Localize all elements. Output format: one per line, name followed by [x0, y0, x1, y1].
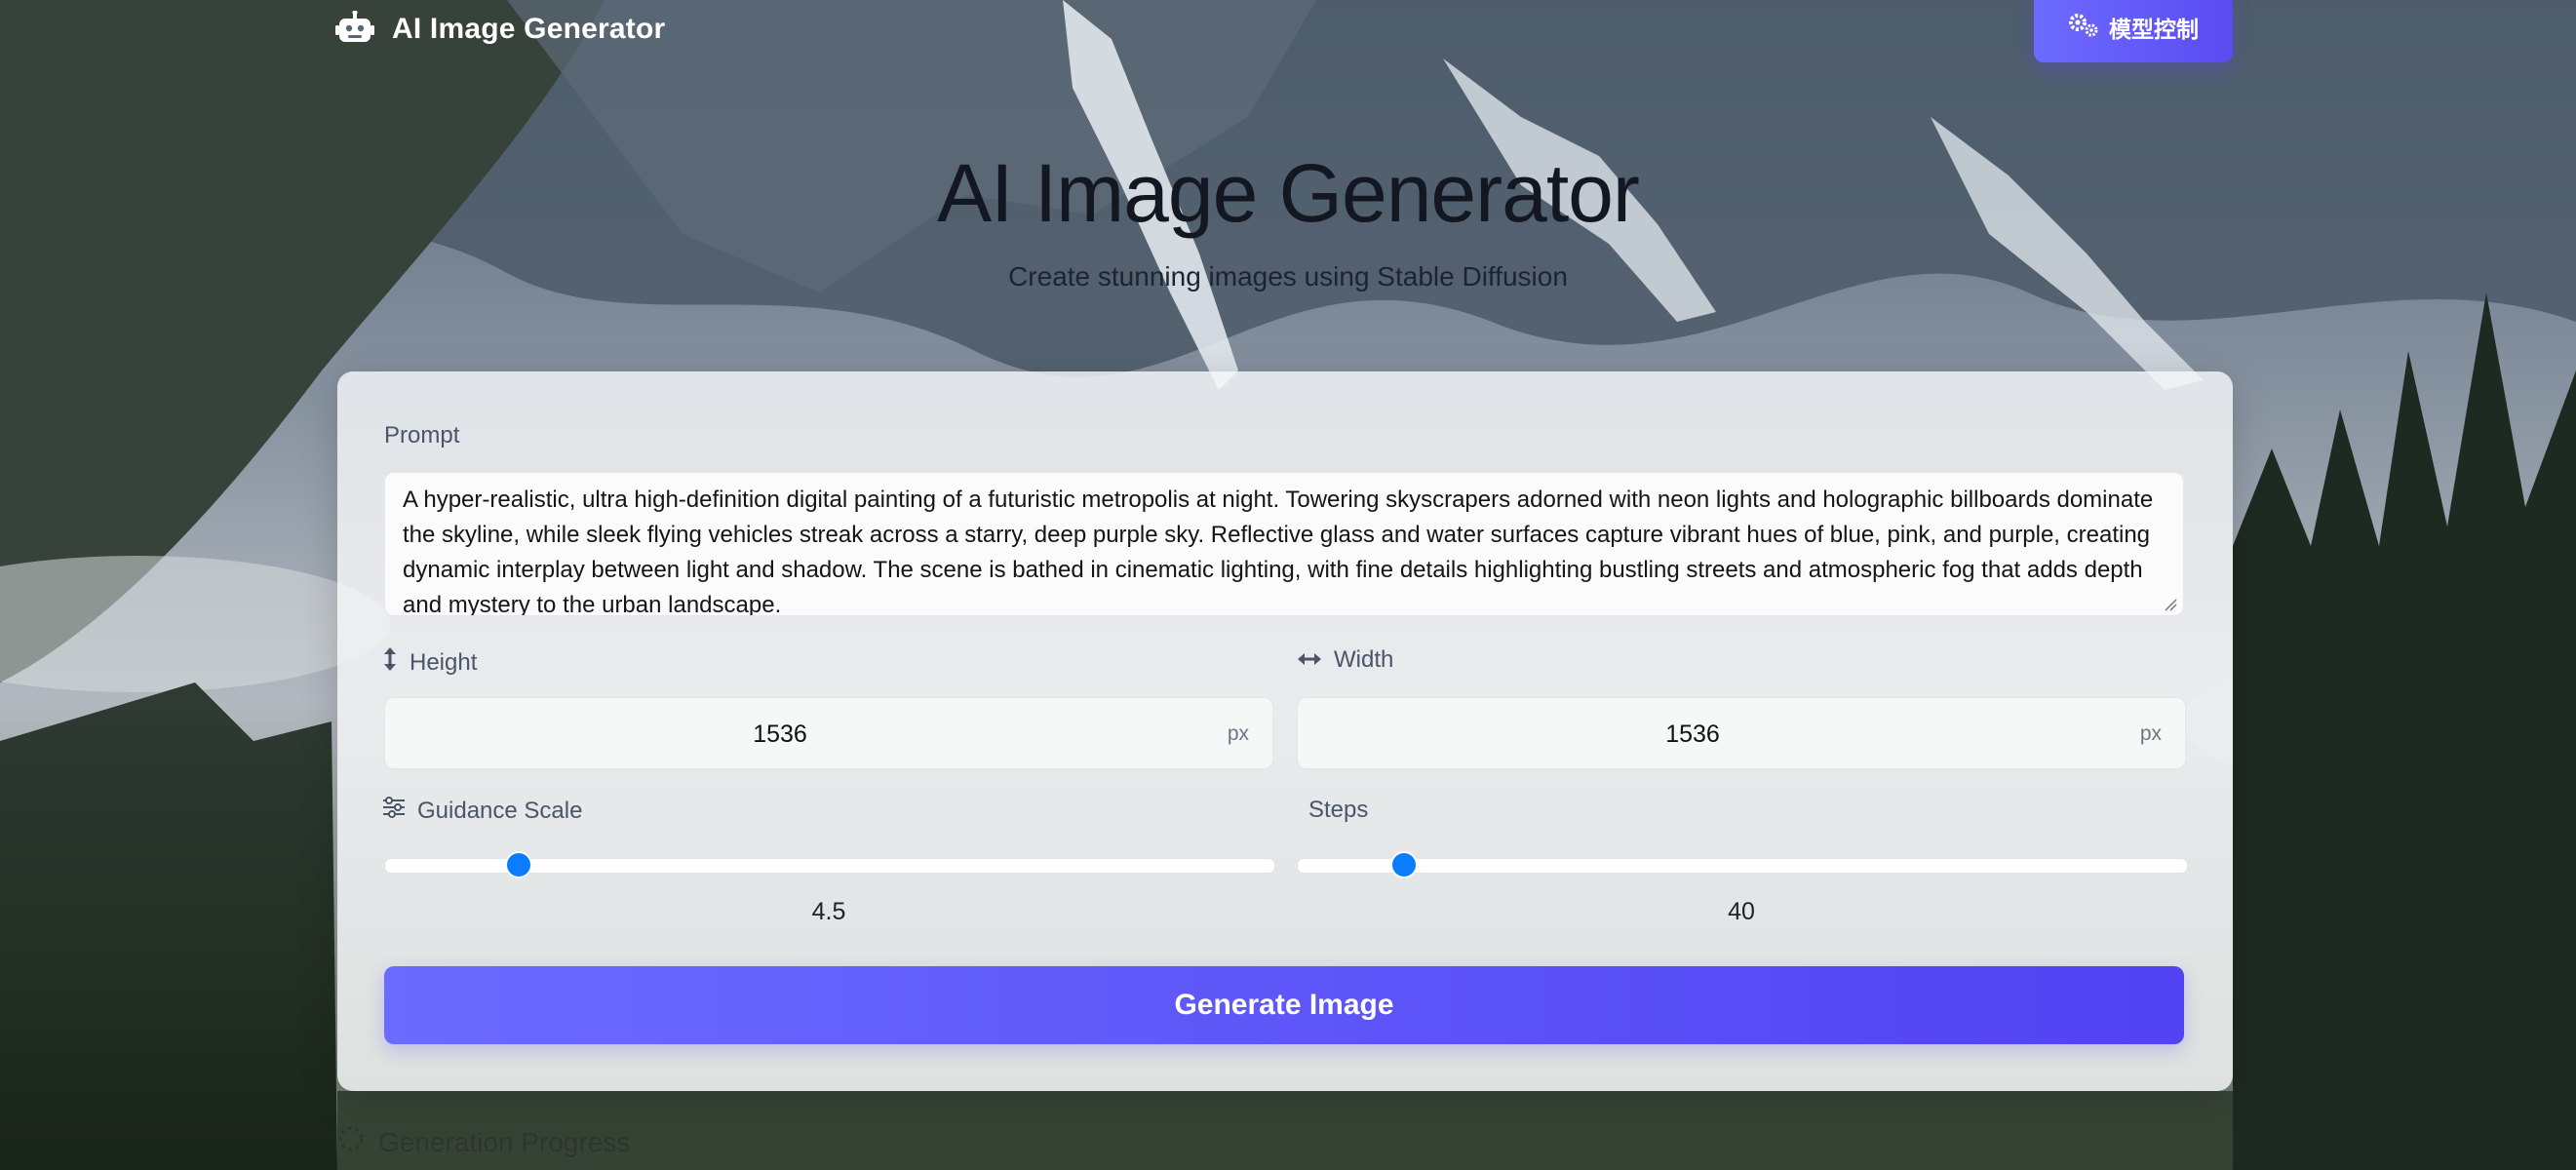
steps-value: 40 [1728, 898, 1755, 925]
guidance-value: 4.5 [811, 898, 846, 925]
steps-slider-thumb[interactable] [1392, 853, 1417, 877]
progress-title: Generation Progress [378, 1126, 631, 1157]
gears-icon [2068, 12, 2099, 43]
width-label: Width [1334, 646, 1394, 673]
prompt-textarea[interactable]: A hyper-realistic, ultra high-definition… [384, 472, 2184, 616]
spinner-icon [337, 1125, 365, 1159]
height-label-row: Height [382, 646, 477, 679]
model-control-button[interactable]: 模型控制 [2034, 0, 2233, 62]
width-input[interactable]: 1536 px [1297, 697, 2186, 769]
page-subtitle: Create stunning images using Stable Diff… [1008, 261, 1568, 292]
brand-title: AI Image Generator [392, 13, 666, 45]
guidance-slider[interactable] [384, 853, 1275, 877]
arrows-horizontal-icon [1297, 646, 1322, 674]
arrows-vertical-icon [382, 646, 398, 679]
generator-form-panel: Prompt A hyper-realistic, ultra high-def… [337, 371, 2233, 1091]
width-unit: px [2139, 722, 2162, 745]
guidance-slider-thumb[interactable] [506, 853, 530, 877]
height-label: Height [410, 648, 478, 676]
resize-handle-icon[interactable] [2162, 596, 2177, 611]
steps-label: Steps [1308, 797, 1369, 823]
steps-slider[interactable] [1297, 853, 2188, 877]
width-label-row: Width [1297, 646, 1393, 674]
width-value: 1536 [1665, 721, 1720, 748]
generate-image-button[interactable]: Generate Image [384, 966, 2184, 1044]
navbar-brand[interactable]: AI Image Generator [335, 9, 666, 49]
generation-progress-heading: Generation Progress [337, 1125, 630, 1159]
prompt-text: A hyper-realistic, ultra high-definition… [403, 487, 2154, 616]
page-title: AI Image Generator [937, 147, 1640, 239]
guidance-label-row: Guidance Scale [382, 797, 582, 825]
height-unit: px [1227, 722, 1249, 745]
prompt-label: Prompt [384, 422, 460, 448]
guidance-label: Guidance Scale [417, 797, 583, 824]
model-control-label: 模型控制 [2109, 17, 2199, 42]
sliders-icon [382, 797, 406, 825]
height-input[interactable]: 1536 px [384, 697, 1273, 769]
robot-icon [335, 9, 374, 49]
height-value: 1536 [753, 721, 807, 748]
